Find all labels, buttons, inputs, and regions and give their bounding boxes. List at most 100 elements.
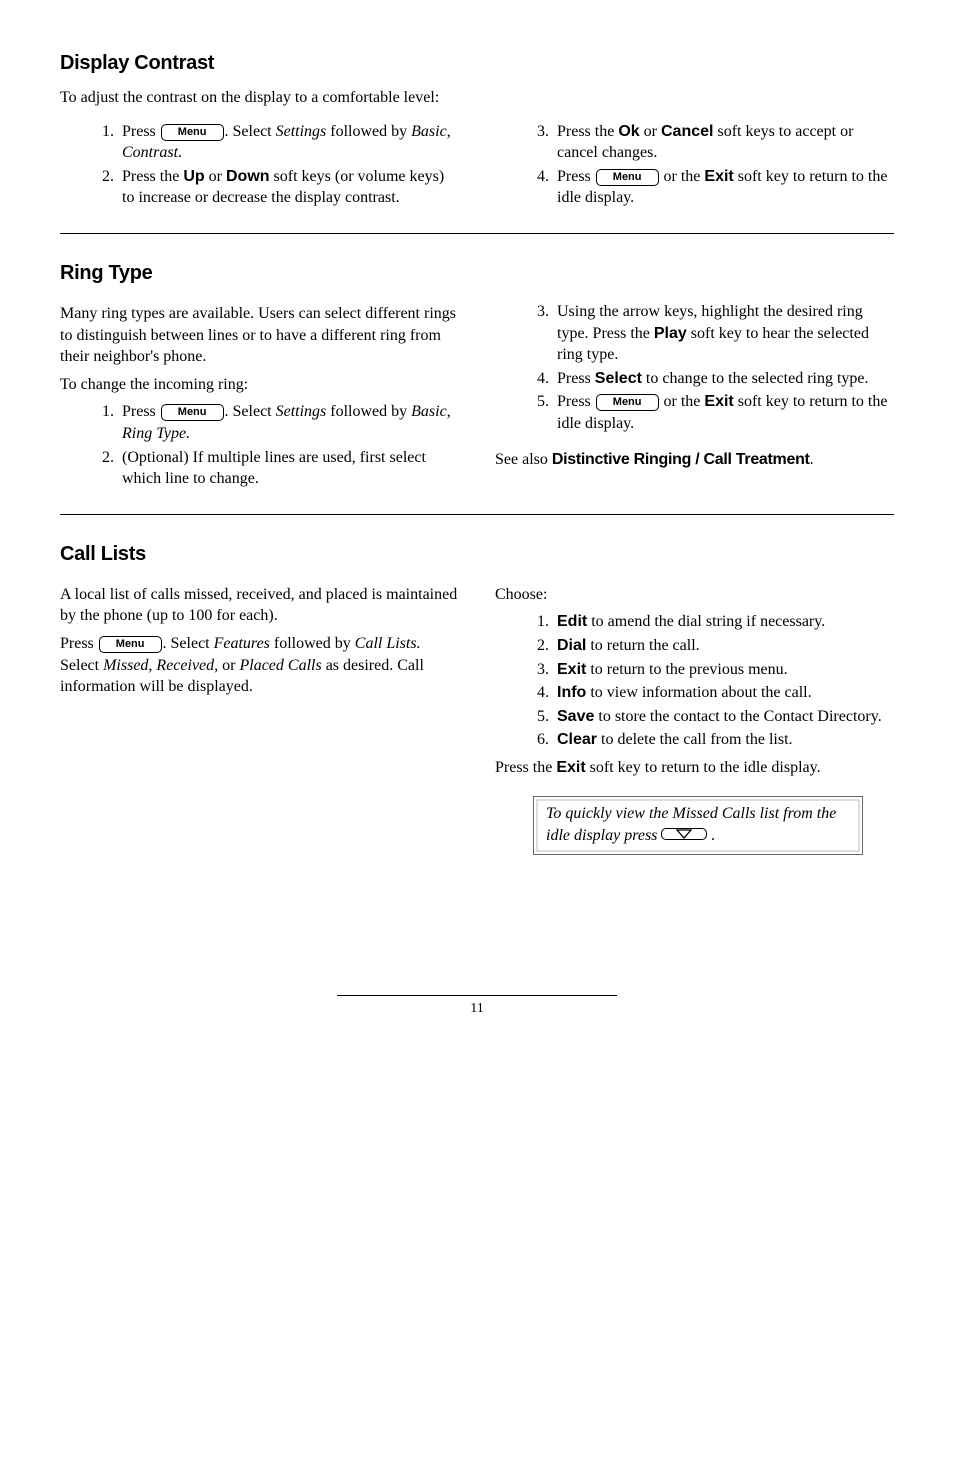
choose-clear: Clear to delete the call from the list. [553,729,894,751]
text: Press [122,123,160,140]
text: to return to the previous menu. [586,661,787,678]
step-2: (Optional) If multiple lines are used, f… [118,447,459,490]
menu-button-icon: Menu [161,124,224,141]
text: Press [557,370,595,387]
step-1: Press Menu. Select Settings followed by … [118,401,459,444]
choose-save: Save to store the contact to the Contact… [553,706,894,728]
menu-button-icon: Menu [161,404,224,421]
menu-button-icon: Menu [99,636,162,653]
steps-left: Press Menu. Select Settings followed by … [60,401,459,489]
text: or the [660,168,705,185]
choose-edit: Edit to amend the dial string if necessa… [553,611,894,633]
text: Press [557,168,595,185]
clear-softkey: Clear [557,731,597,748]
heading-display-contrast: Display Contrast [60,50,894,77]
menu-button-icon: Menu [596,394,659,411]
down-softkey: Down [226,168,270,185]
intro-display-contrast: To adjust the contrast on the display to… [60,87,440,109]
steps-left: Press Menu. Select Settings followed by … [60,121,459,209]
choose-label: Choose: [495,584,894,606]
right-column: Choose: Edit to amend the dial string if… [495,578,894,855]
text: . Select [225,123,276,140]
right-column: Using the arrow keys, highlight the desi… [495,297,894,492]
text: soft key to return to the idle display. [586,759,821,776]
exit-softkey: Exit [557,661,586,678]
text: to store the contact to the Contact Dire… [594,708,881,725]
intro-ring-type-2: To change the incoming ring: [60,374,459,396]
page-number: 11 [60,1000,894,1019]
steps-right: Press the Ok or Cancel soft keys to acce… [495,121,894,209]
text: followed by [326,123,411,140]
dial-softkey: Dial [557,637,586,654]
menu-button-icon: Menu [596,169,659,186]
cancel-softkey: Cancel [661,123,713,140]
text: Press [557,393,595,410]
settings-text: Settings [276,403,327,420]
choose-list: Edit to amend the dial string if necessa… [495,611,894,751]
down-arrow-button-icon [661,828,707,840]
see-also: See also Distinctive Ringing / Call Trea… [495,449,894,471]
call-lists-text: Call Lists. [355,635,421,652]
text: followed by [270,635,355,652]
left-column: A local list of calls missed, received, … [60,578,459,855]
text: . Select [163,635,214,652]
text: to change to the selected ring type. [642,370,869,387]
play-softkey: Play [654,325,687,342]
intro-call-lists: A local list of calls missed, received, … [60,584,459,627]
text: Press the [557,123,618,140]
features-text: Features [214,635,270,652]
choose-info: Info to view information about the call. [553,682,894,704]
choose-dial: Dial to return the call. [553,635,894,657]
step-4: Press Select to change to the selected r… [553,368,894,390]
step-4: Press Menu or the Exit soft key to retur… [553,166,894,209]
exit-softkey: Exit [704,393,733,410]
info-softkey: Info [557,684,586,701]
press-exit: Press the Exit soft key to return to the… [495,757,894,779]
text: followed by [326,403,411,420]
text: to return the call. [586,637,699,654]
text: . Select [225,403,276,420]
text: Press the [122,168,183,185]
choose-exit: Exit to return to the previous menu. [553,659,894,681]
heading-ring-type: Ring Type [60,260,894,287]
text: Select [60,657,103,674]
heading-call-lists: Call Lists [60,541,894,568]
mrp-text: Missed, Received, [103,657,218,674]
step-3: Press the Ok or Cancel soft keys to acce… [553,121,894,164]
exit-softkey: Exit [556,759,585,776]
intro-ring-type-1: Many ring types are available. Users can… [60,303,459,368]
text: to amend the dial string if necessary. [587,613,825,630]
right-column: Press the Ok or Cancel soft keys to acce… [495,117,894,211]
tip-box: To quickly view the Missed Calls list fr… [533,796,863,854]
text: to delete the call from the list. [597,731,793,748]
see-also-topic: Distinctive Ringing / Call Treatment [552,451,810,468]
settings-text: Settings [276,123,327,140]
text: . [810,451,814,468]
step-3: Using the arrow keys, highlight the desi… [553,301,894,366]
save-softkey: Save [557,708,594,725]
placed-text: Placed Calls [239,657,321,674]
text: Press the [495,759,556,776]
text: . [707,827,715,844]
step-2: Press the Up or Down soft keys (or volum… [118,166,459,209]
section-divider [60,514,894,515]
section-display-contrast: Display Contrast To adjust the contrast … [60,50,894,211]
select-softkey: Select [595,370,642,387]
text: See also [495,451,552,468]
section-ring-type: Ring Type Many ring types are available.… [60,260,894,492]
step-1: Press Menu. Select Settings followed by … [118,121,459,164]
call-lists-instructions: Press Menu. Select Features followed by … [60,633,459,698]
text: or the [660,393,705,410]
text: to view information about the call. [586,684,811,701]
edit-softkey: Edit [557,613,587,630]
exit-softkey: Exit [704,168,733,185]
text: or [218,657,239,674]
section-divider [60,233,894,234]
text: . [178,144,182,161]
up-softkey: Up [183,168,204,185]
text: Press [122,403,160,420]
text: or [640,123,661,140]
section-call-lists: Call Lists A local list of calls missed,… [60,541,894,855]
text: or [205,168,226,185]
footer-rule [337,995,617,996]
